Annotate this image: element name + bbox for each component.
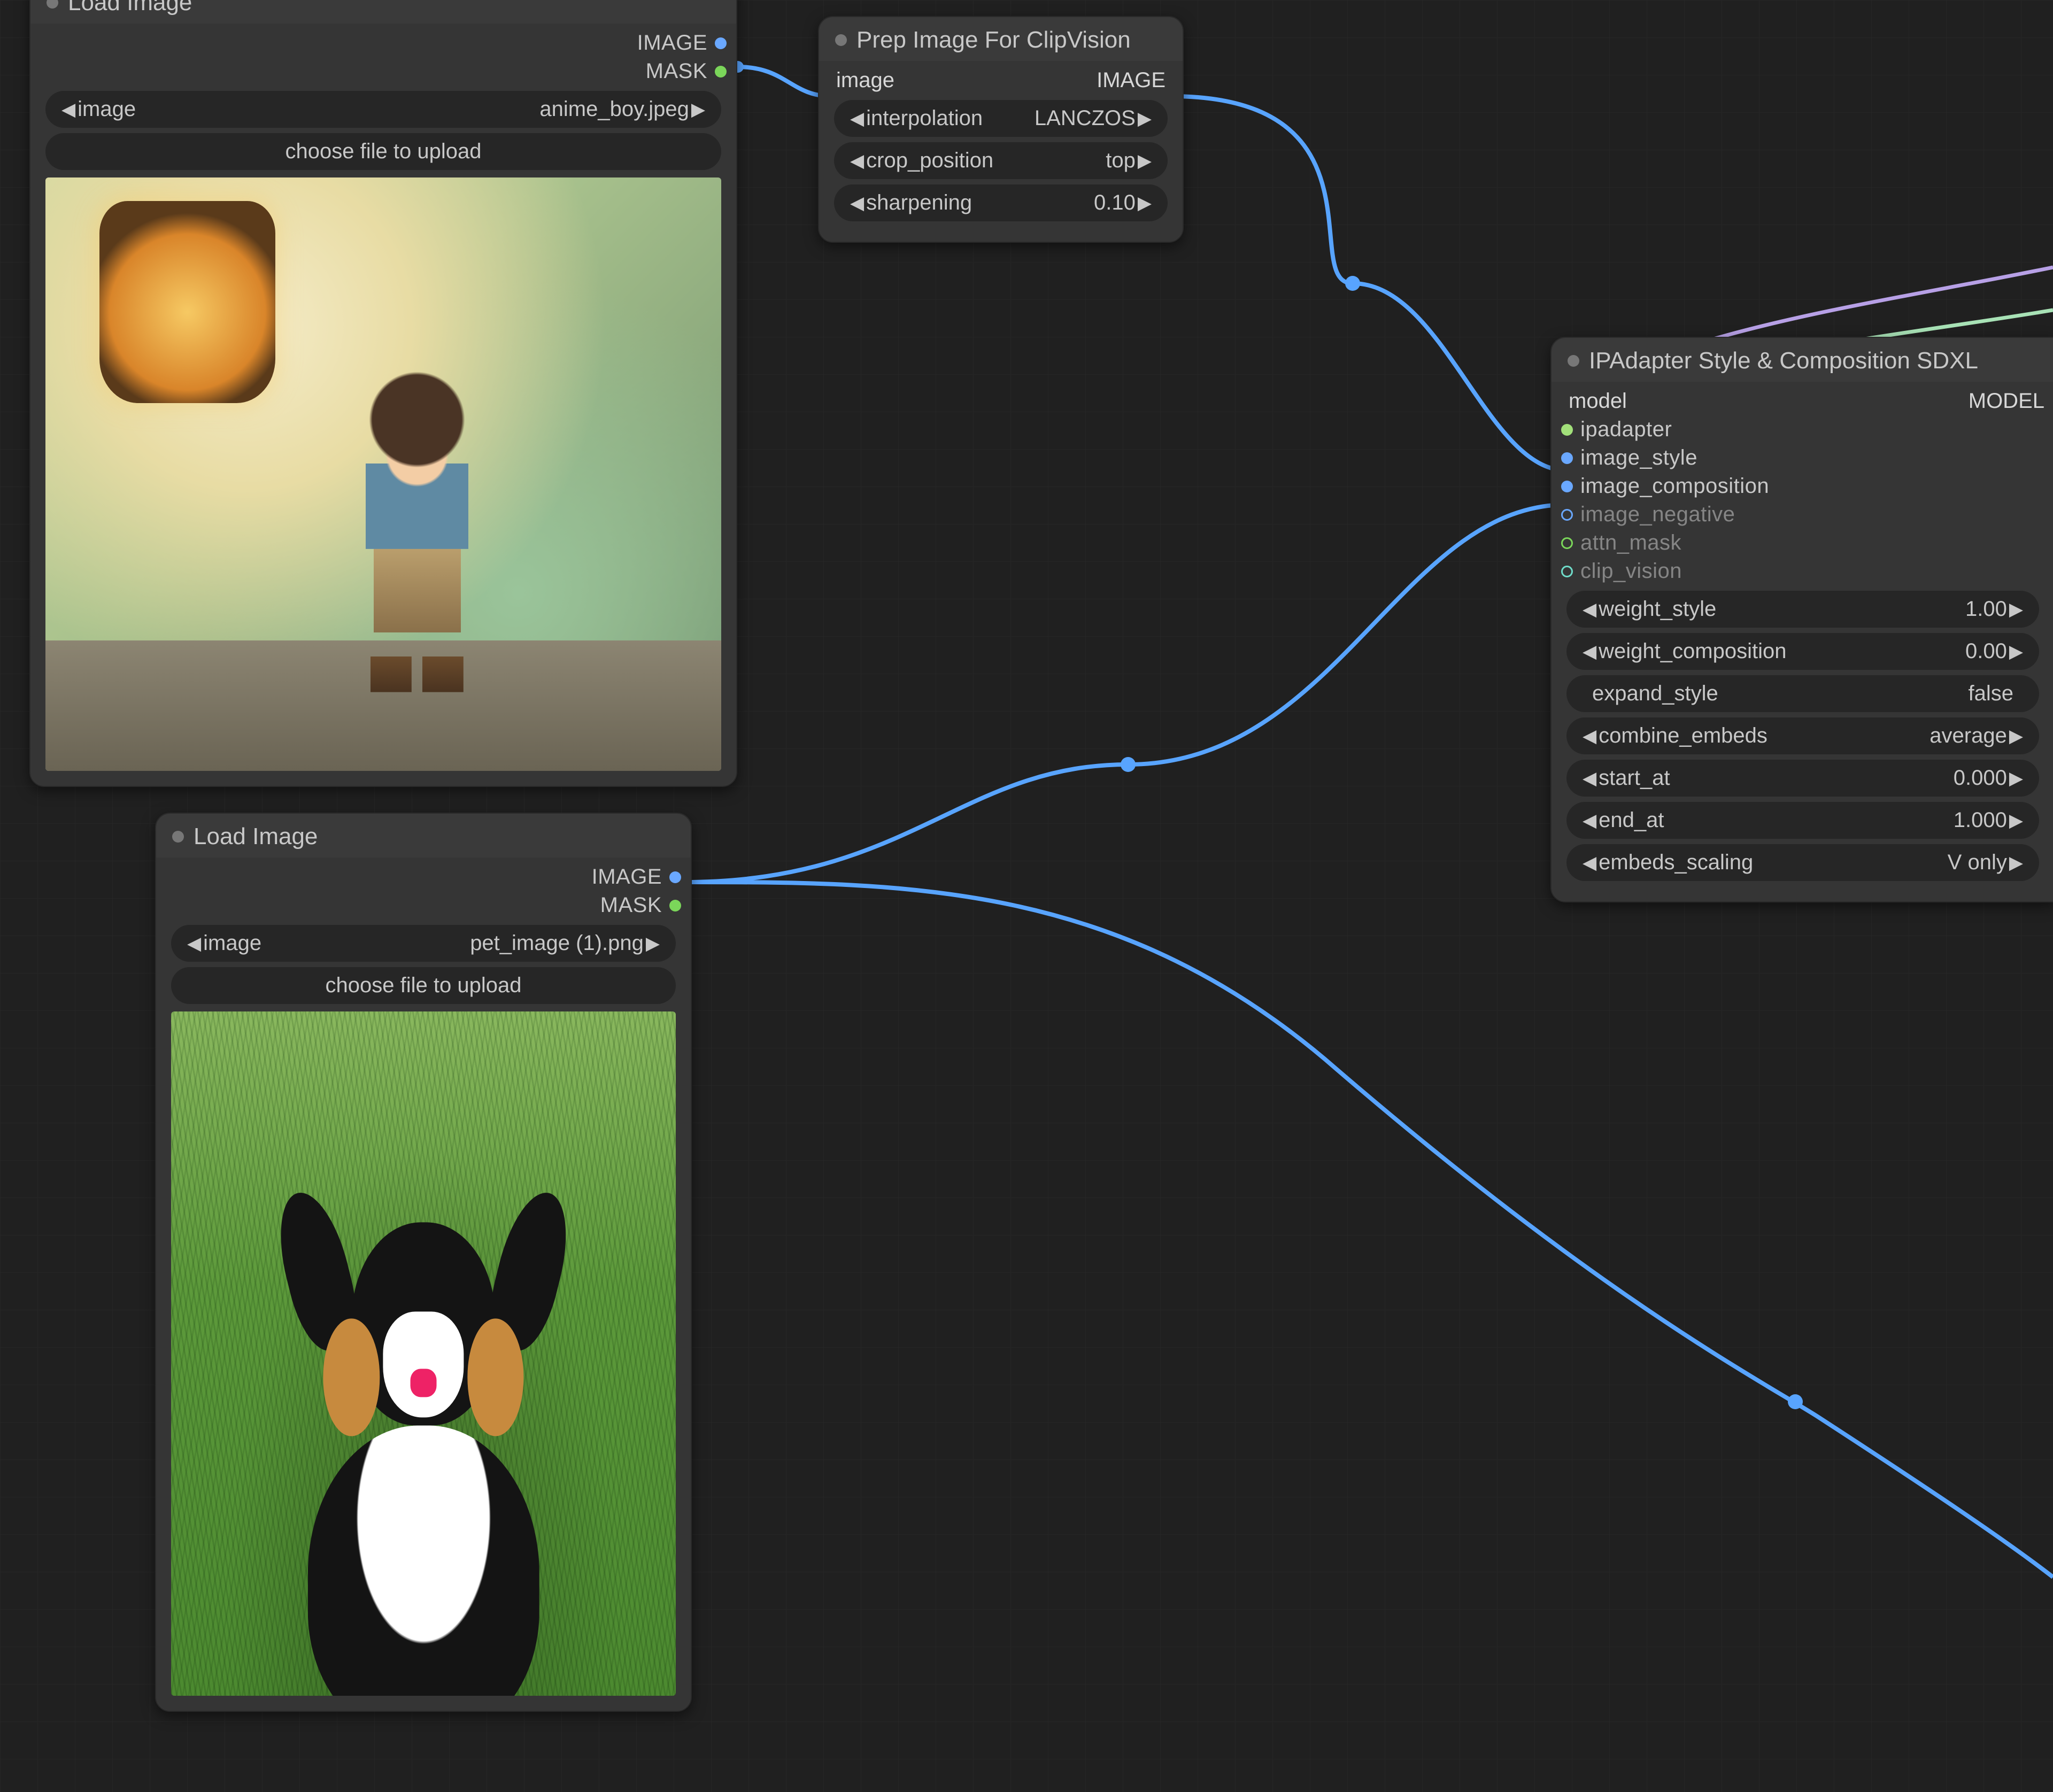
socket-icon[interactable]: [1561, 537, 1573, 549]
chevron-right-icon[interactable]: ▶: [2007, 852, 2025, 874]
node-title: Load Image: [194, 823, 318, 850]
socket-icon[interactable]: [1561, 509, 1573, 521]
chevron-left-icon[interactable]: ◀: [185, 933, 203, 954]
chevron-left-icon[interactable]: ◀: [1580, 768, 1599, 789]
widget-image-select[interactable]: ◀ image anime_boy.jpeg ▶: [45, 91, 721, 128]
input-image-style[interactable]: image_style: [1552, 444, 2053, 472]
chevron-left-icon[interactable]: ◀: [1580, 641, 1599, 662]
widget-interpolation[interactable]: ◀ interpolation LANCZOS ▶: [834, 100, 1168, 137]
input-image[interactable]: image: [829, 68, 894, 92]
chevron-left-icon[interactable]: ◀: [1580, 599, 1599, 620]
dog-photo: [171, 1011, 676, 1696]
node-load-image-1[interactable]: Load Image IMAGE MASK ◀ image anime_boy.…: [29, 0, 737, 787]
chevron-left-icon[interactable]: ◀: [848, 108, 866, 129]
socket-icon[interactable]: [715, 66, 727, 78]
node-title: Load Image: [68, 0, 192, 16]
node-ipadapter-style-composition[interactable]: IPAdapter Style & Composition SDXL model…: [1550, 337, 2053, 902]
output-image[interactable]: IMAGE: [156, 863, 691, 891]
node-prep-image-clipvision[interactable]: Prep Image For ClipVision image IMAGE ◀ …: [818, 16, 1184, 243]
input-model[interactable]: model: [1561, 389, 1627, 413]
output-mask[interactable]: MASK: [30, 57, 736, 86]
output-mask[interactable]: MASK: [156, 891, 691, 920]
widget-image-select[interactable]: ◀ image pet_image (1).png ▶: [171, 925, 676, 962]
input-ipadapter[interactable]: ipadapter: [1552, 415, 2053, 444]
chevron-right-icon[interactable]: ▶: [1136, 150, 1154, 172]
widget-end-at[interactable]: ◀ end_at 1.000 ▶: [1566, 802, 2039, 839]
socket-icon[interactable]: [1561, 566, 1573, 577]
widget-expand-style[interactable]: expand_style false: [1566, 675, 2039, 712]
socket-icon[interactable]: [715, 37, 727, 49]
chevron-right-icon[interactable]: ▶: [1136, 192, 1154, 214]
socket-icon[interactable]: [669, 900, 681, 912]
widget-weight-composition[interactable]: ◀ weight_composition 0.00 ▶: [1566, 633, 2039, 670]
widget-weight-style[interactable]: ◀ weight_style 1.00 ▶: [1566, 591, 2039, 628]
chevron-left-icon[interactable]: ◀: [1580, 810, 1599, 831]
chevron-left-icon[interactable]: ◀: [59, 99, 78, 120]
output-image[interactable]: IMAGE: [30, 29, 736, 57]
node-header[interactable]: Load Image: [30, 0, 736, 24]
anime-illustration: [45, 177, 721, 771]
socket-icon[interactable]: [1561, 424, 1573, 436]
collapse-dot-icon[interactable]: [172, 831, 184, 843]
collapse-dot-icon[interactable]: [1568, 355, 1579, 367]
output-image[interactable]: IMAGE: [1097, 68, 1173, 92]
chevron-right-icon[interactable]: ▶: [2007, 599, 2025, 620]
collapse-dot-icon[interactable]: [835, 34, 847, 46]
widget-combine-embeds[interactable]: ◀ combine_embeds average ▶: [1566, 717, 2039, 754]
node-header[interactable]: Load Image: [156, 814, 691, 858]
node-title: IPAdapter Style & Composition SDXL: [1589, 347, 1978, 374]
chevron-right-icon[interactable]: ▶: [2007, 810, 2025, 831]
output-model[interactable]: MODEL: [1969, 389, 2044, 413]
chevron-right-icon[interactable]: ▶: [2007, 768, 2025, 789]
widget-crop-position[interactable]: ◀ crop_position top ▶: [834, 142, 1168, 179]
chevron-left-icon[interactable]: ◀: [1580, 852, 1599, 874]
node-load-image-2[interactable]: Load Image IMAGE MASK ◀ image pet_image …: [155, 813, 692, 1712]
socket-icon[interactable]: [1561, 452, 1573, 464]
widget-sharpening[interactable]: ◀ sharpening 0.10 ▶: [834, 184, 1168, 221]
chevron-left-icon[interactable]: ◀: [1580, 725, 1599, 747]
chevron-left-icon[interactable]: ◀: [848, 192, 866, 214]
chevron-right-icon[interactable]: ▶: [689, 99, 707, 120]
upload-button[interactable]: choose file to upload: [45, 133, 721, 170]
node-header[interactable]: IPAdapter Style & Composition SDXL: [1552, 338, 2053, 382]
chevron-right-icon[interactable]: ▶: [1136, 108, 1154, 129]
chevron-left-icon[interactable]: ◀: [848, 150, 866, 172]
input-image-negative[interactable]: image_negative: [1552, 500, 2053, 529]
collapse-dot-icon[interactable]: [47, 0, 58, 9]
input-image-composition[interactable]: image_composition: [1552, 472, 2053, 500]
socket-icon[interactable]: [669, 871, 681, 883]
input-clip-vision[interactable]: clip_vision: [1552, 557, 2053, 585]
upload-button[interactable]: choose file to upload: [171, 967, 676, 1004]
node-header[interactable]: Prep Image For ClipVision: [819, 17, 1183, 61]
chevron-right-icon[interactable]: ▶: [2007, 725, 2025, 747]
widget-embeds-scaling[interactable]: ◀ embeds_scaling V only ▶: [1566, 844, 2039, 881]
widget-start-at[interactable]: ◀ start_at 0.000 ▶: [1566, 760, 2039, 797]
chevron-right-icon[interactable]: ▶: [2007, 641, 2025, 662]
image-preview[interactable]: [171, 1011, 676, 1696]
node-title: Prep Image For ClipVision: [856, 27, 1131, 53]
socket-icon[interactable]: [1561, 481, 1573, 492]
chevron-right-icon[interactable]: ▶: [644, 933, 662, 954]
input-attn-mask[interactable]: attn_mask: [1552, 529, 2053, 557]
image-preview[interactable]: [45, 177, 721, 771]
